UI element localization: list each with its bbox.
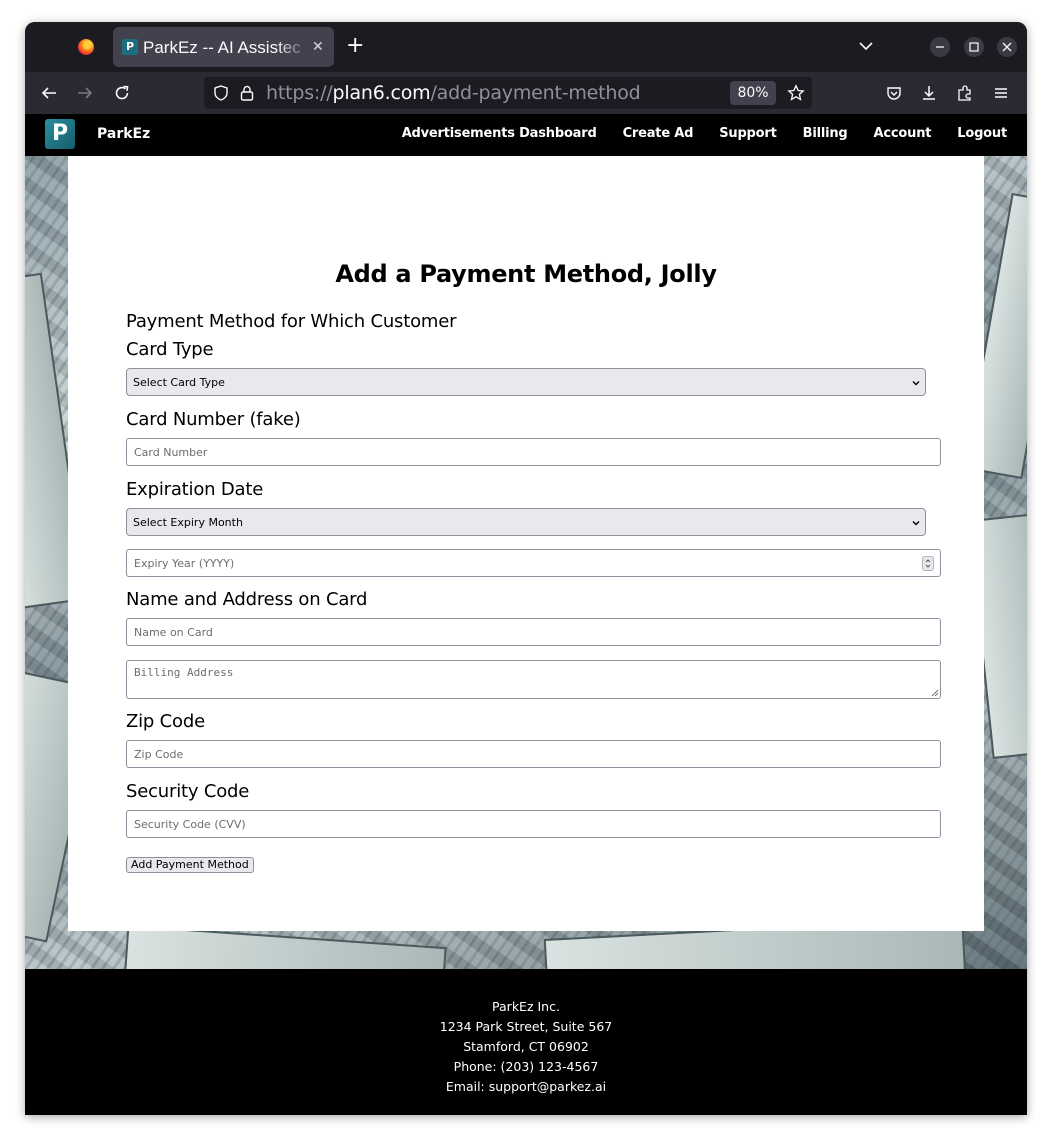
- billing-address-placeholder: Billing Address: [134, 666, 234, 679]
- payment-form-card: Add a Payment Method, Jolly Payment Meth…: [68, 156, 984, 931]
- name-address-label: Name and Address on Card: [126, 589, 368, 610]
- navigation-bar: https://plan6.com/add-payment-method 80%: [25, 72, 1027, 114]
- zip-code-label: Zip Code: [126, 711, 205, 732]
- card-type-label: Card Type: [126, 339, 214, 360]
- add-payment-method-button[interactable]: Add Payment Method: [126, 857, 254, 873]
- firefox-logo-icon[interactable]: [78, 39, 94, 55]
- browser-window: P ParkEz -- AI Assistec ✕ + https://plan…: [25, 22, 1027, 1115]
- chevron-down-icon: [912, 521, 920, 526]
- nav-create-ad[interactable]: Create Ad: [623, 126, 694, 141]
- number-spinner-icon[interactable]: [922, 556, 934, 571]
- nav-advertisements-dashboard[interactable]: Advertisements Dashboard: [402, 126, 597, 141]
- footer-street: 1234 Park Street, Suite 567: [439, 1019, 613, 1034]
- tab-title: ParkEz -- AI Assistec: [143, 38, 301, 57]
- forward-arrow-icon[interactable]: [76, 84, 94, 102]
- name-on-card-placeholder: Name on Card: [134, 626, 213, 639]
- lock-icon[interactable]: [239, 84, 255, 102]
- footer-company: ParkEz Inc.: [492, 999, 560, 1014]
- dollar-bill-decoration: [123, 924, 447, 969]
- parkez-favicon-icon: P: [122, 39, 138, 55]
- expiry-month-selected-value: Select Expiry Month: [133, 516, 243, 529]
- downloads-icon[interactable]: [920, 84, 938, 102]
- name-on-card-input[interactable]: Name on Card: [126, 618, 941, 646]
- reload-icon[interactable]: [113, 84, 131, 102]
- tab-close-icon[interactable]: ✕: [312, 37, 326, 57]
- maximize-icon[interactable]: [964, 37, 984, 57]
- card-type-selected-value: Select Card Type: [133, 376, 225, 389]
- page-title: Add a Payment Method, Jolly: [335, 260, 717, 288]
- tab-list-chevron-icon[interactable]: [858, 38, 874, 54]
- card-number-label: Card Number (fake): [126, 409, 301, 430]
- site-footer: ParkEz Inc. 1234 Park Street, Suite 567 …: [25, 969, 1027, 1115]
- resize-grip-icon[interactable]: [931, 689, 939, 697]
- card-number-input[interactable]: Card Number: [126, 438, 941, 466]
- footer-city: Stamford, CT 06902: [463, 1039, 589, 1054]
- zoom-level-badge[interactable]: 80%: [730, 81, 776, 105]
- footer-email[interactable]: Email: support@parkez.ai: [25, 1077, 1027, 1097]
- shield-icon[interactable]: [212, 84, 230, 102]
- zip-code-input[interactable]: Zip Code: [126, 740, 941, 768]
- menu-hamburger-icon[interactable]: [992, 84, 1010, 102]
- expiry-year-input[interactable]: Expiry Year (YYYY): [126, 549, 941, 577]
- security-code-placeholder: Security Code (CVV): [134, 818, 246, 831]
- bookmark-star-icon[interactable]: [787, 84, 805, 102]
- nav-support[interactable]: Support: [719, 126, 777, 141]
- active-tab[interactable]: P ParkEz -- AI Assistec ✕: [113, 27, 334, 67]
- nav-account[interactable]: Account: [874, 126, 932, 141]
- chevron-down-icon: [912, 381, 920, 386]
- brand-name[interactable]: ParkEz: [97, 126, 150, 142]
- new-tab-icon[interactable]: +: [346, 35, 366, 59]
- nav-billing[interactable]: Billing: [803, 126, 848, 141]
- close-window-icon[interactable]: [997, 37, 1017, 57]
- minimize-icon[interactable]: [930, 37, 950, 57]
- site-nav: Advertisements Dashboard Create Ad Suppo…: [402, 126, 1008, 141]
- billing-address-textarea[interactable]: Billing Address: [126, 660, 941, 699]
- card-number-placeholder: Card Number: [134, 446, 208, 459]
- footer-phone: Phone: (203) 123-4567: [453, 1059, 599, 1074]
- url-scheme: https://: [266, 82, 333, 104]
- tab-bar: P ParkEz -- AI Assistec ✕ +: [25, 22, 1027, 72]
- card-type-select[interactable]: Select Card Type: [126, 368, 926, 396]
- expiration-date-label: Expiration Date: [126, 479, 264, 500]
- zip-code-placeholder: Zip Code: [134, 748, 184, 761]
- url-path: /add-payment-method: [430, 82, 641, 104]
- money-background-image: UNITED STA Add a Payment Method, Jolly P…: [25, 156, 1027, 969]
- parkez-logo-icon[interactable]: P: [45, 119, 75, 149]
- url-text[interactable]: https://plan6.com/add-payment-method: [266, 82, 641, 104]
- pocket-icon[interactable]: [885, 84, 903, 102]
- back-arrow-icon[interactable]: [40, 84, 58, 102]
- customer-label: Payment Method for Which Customer: [126, 311, 457, 332]
- url-host: plan6.com: [332, 82, 431, 104]
- nav-logout[interactable]: Logout: [957, 126, 1007, 141]
- site-header: P ParkEz Advertisements Dashboard Create…: [25, 114, 1027, 156]
- expiry-year-placeholder: Expiry Year (YYYY): [134, 557, 235, 570]
- url-bar[interactable]: https://plan6.com/add-payment-method 80%: [204, 77, 812, 109]
- expiry-month-select[interactable]: Select Expiry Month: [126, 508, 926, 536]
- security-code-label: Security Code: [126, 781, 250, 802]
- extensions-icon[interactable]: [956, 84, 974, 102]
- security-code-input[interactable]: Security Code (CVV): [126, 810, 941, 838]
